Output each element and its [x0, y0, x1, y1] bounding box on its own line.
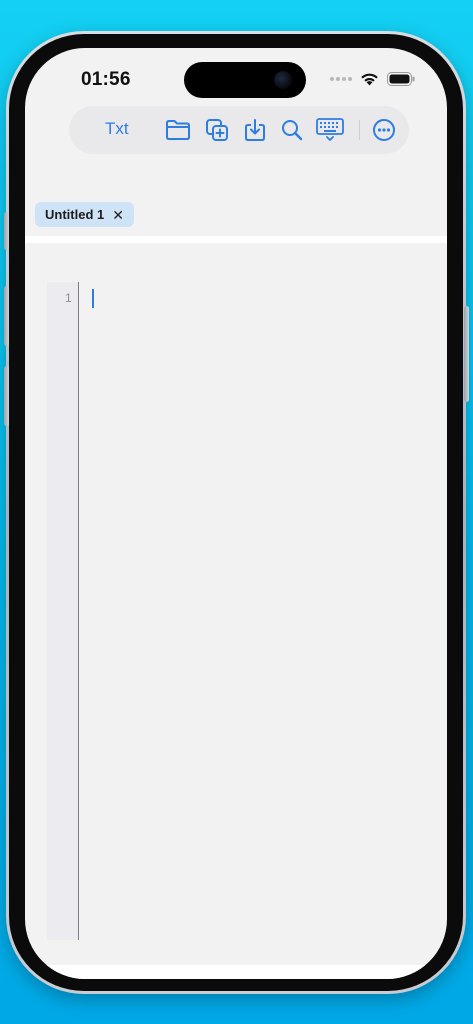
text-cursor[interactable]: [92, 289, 94, 308]
phone-frame: 01:56 Txt Untitled 1 ✕ 1: [6, 31, 466, 994]
wifi-icon: [361, 73, 378, 86]
battery-icon: [387, 72, 415, 86]
action-button: [4, 212, 9, 250]
camera-icon: [274, 71, 292, 89]
volume-up-button: [4, 286, 9, 346]
more-icon[interactable]: [371, 117, 397, 143]
tab-bar-divider: [25, 236, 447, 243]
volume-down-button: [4, 366, 9, 426]
syntax-mode-button[interactable]: Txt: [105, 119, 129, 139]
duplicate-icon[interactable]: [204, 117, 230, 143]
close-icon[interactable]: ✕: [112, 208, 124, 222]
status-time: 01:56: [81, 69, 131, 90]
toolbar-separator: [359, 120, 360, 140]
dynamic-island: [184, 62, 306, 98]
line-number-gutter: [47, 282, 79, 940]
toolbar: Txt: [69, 106, 409, 154]
download-icon[interactable]: [242, 117, 268, 143]
tab-label: Untitled 1: [45, 207, 105, 222]
screen: 01:56 Txt Untitled 1 ✕ 1: [25, 48, 447, 979]
tab-untitled-1[interactable]: Untitled 1 ✕: [35, 202, 134, 227]
bottom-area: [25, 965, 447, 979]
keyboard-icon[interactable]: [315, 117, 345, 143]
search-icon[interactable]: [279, 117, 305, 143]
line-number: 1: [65, 291, 72, 305]
phone-bezel: 01:56 Txt Untitled 1 ✕ 1: [9, 34, 463, 991]
gutter-divider: [78, 282, 79, 940]
signal-icon: [330, 77, 352, 81]
power-button: [464, 306, 469, 402]
folder-icon[interactable]: [165, 117, 191, 143]
status-icons: [330, 72, 415, 86]
